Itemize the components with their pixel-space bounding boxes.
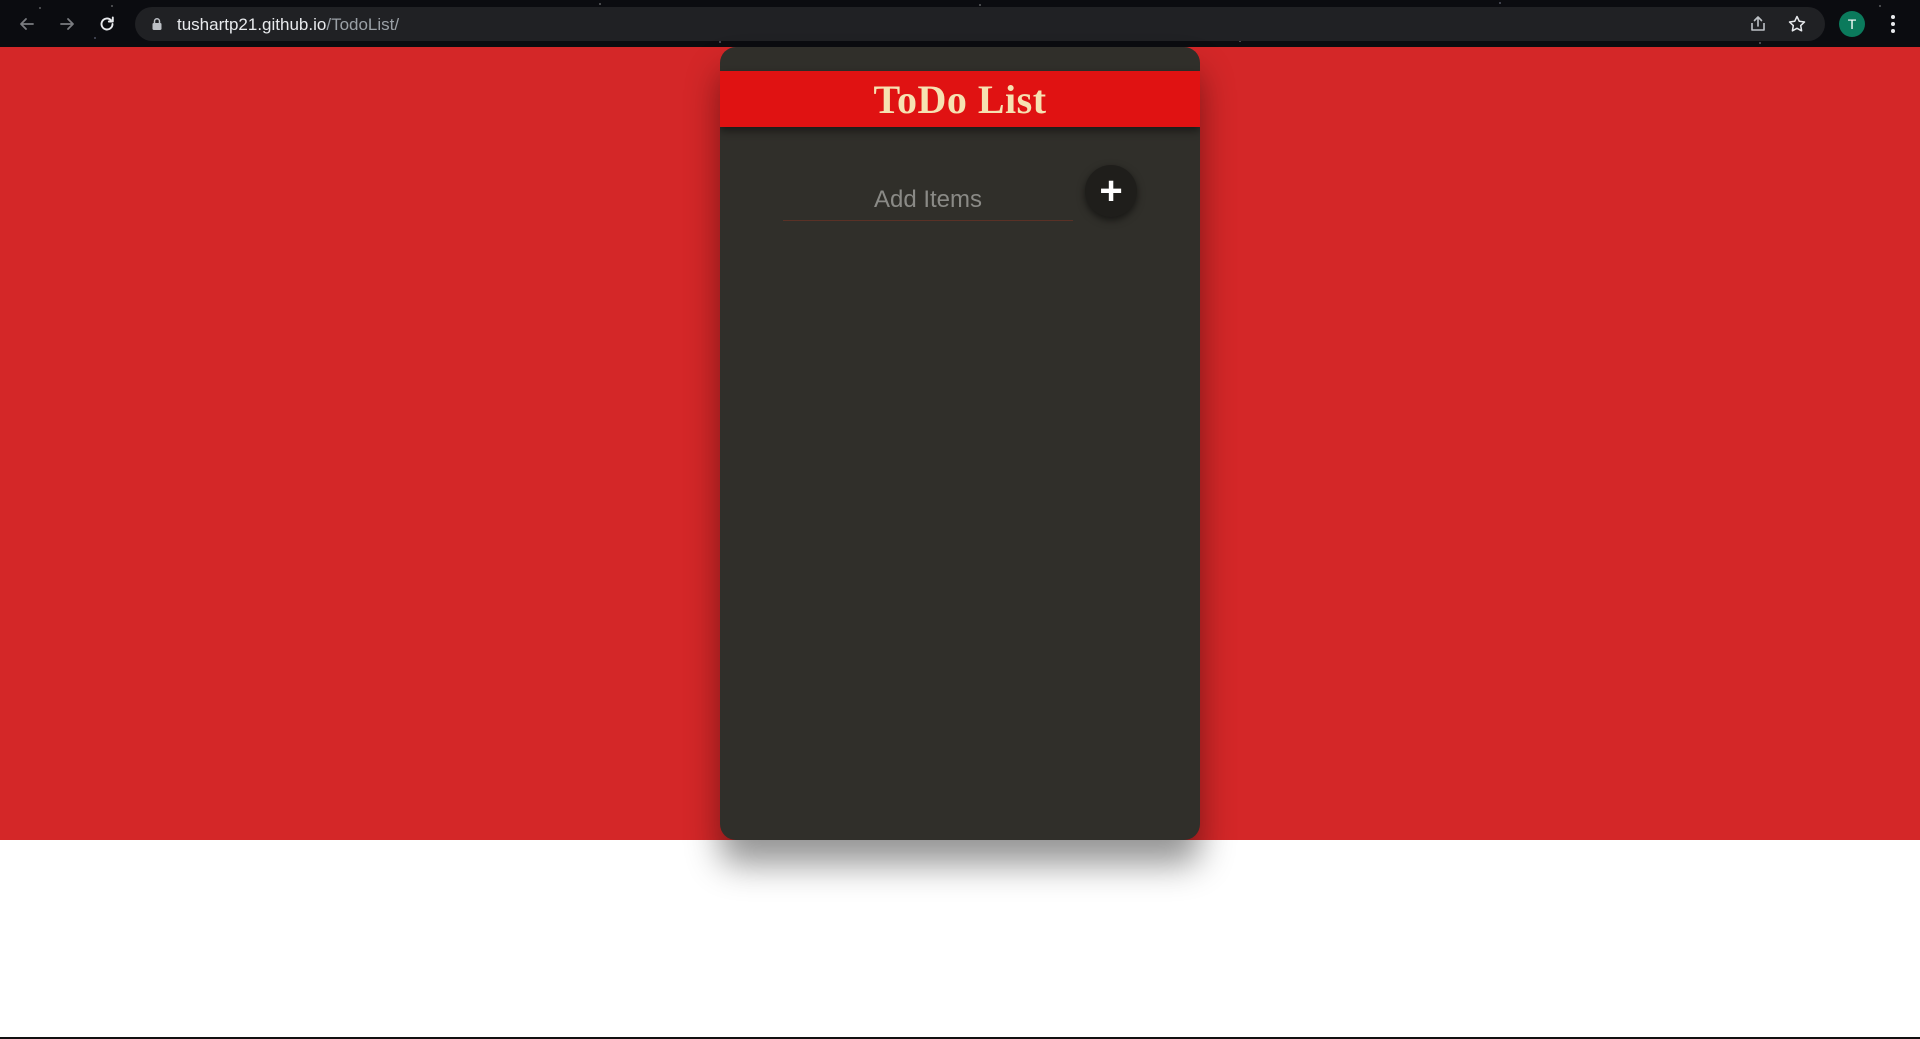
page-viewport: ToDo List + bbox=[0, 47, 1920, 1039]
lock-icon bbox=[152, 18, 162, 30]
back-button[interactable] bbox=[13, 10, 41, 38]
profile-avatar[interactable]: T bbox=[1839, 11, 1865, 37]
kebab-menu-icon[interactable] bbox=[1884, 12, 1902, 36]
add-item-button[interactable]: + bbox=[1085, 165, 1137, 217]
reload-button[interactable] bbox=[93, 10, 121, 38]
star-icon[interactable] bbox=[1787, 14, 1807, 34]
reload-icon bbox=[100, 16, 114, 31]
url-path: /TodoList/ bbox=[326, 15, 400, 34]
address-bar[interactable]: tushartp21.github.io/TodoList/ bbox=[135, 7, 1825, 41]
forward-button[interactable] bbox=[53, 10, 81, 38]
add-item-input[interactable] bbox=[783, 179, 1073, 221]
arrow-left-icon bbox=[20, 18, 34, 30]
page-title: ToDo List bbox=[873, 76, 1047, 122]
browser-toolbar: tushartp21.github.io/TodoList/ T bbox=[0, 0, 1920, 47]
plus-icon: + bbox=[1099, 169, 1123, 213]
url-host: tushartp21.github.io bbox=[177, 15, 327, 34]
card-header: ToDo List bbox=[720, 71, 1200, 127]
url-text: tushartp21.github.io/TodoList/ bbox=[177, 15, 399, 35]
todo-card: ToDo List + bbox=[720, 47, 1200, 840]
arrow-right-icon bbox=[60, 18, 74, 30]
share-icon[interactable] bbox=[1748, 14, 1768, 34]
